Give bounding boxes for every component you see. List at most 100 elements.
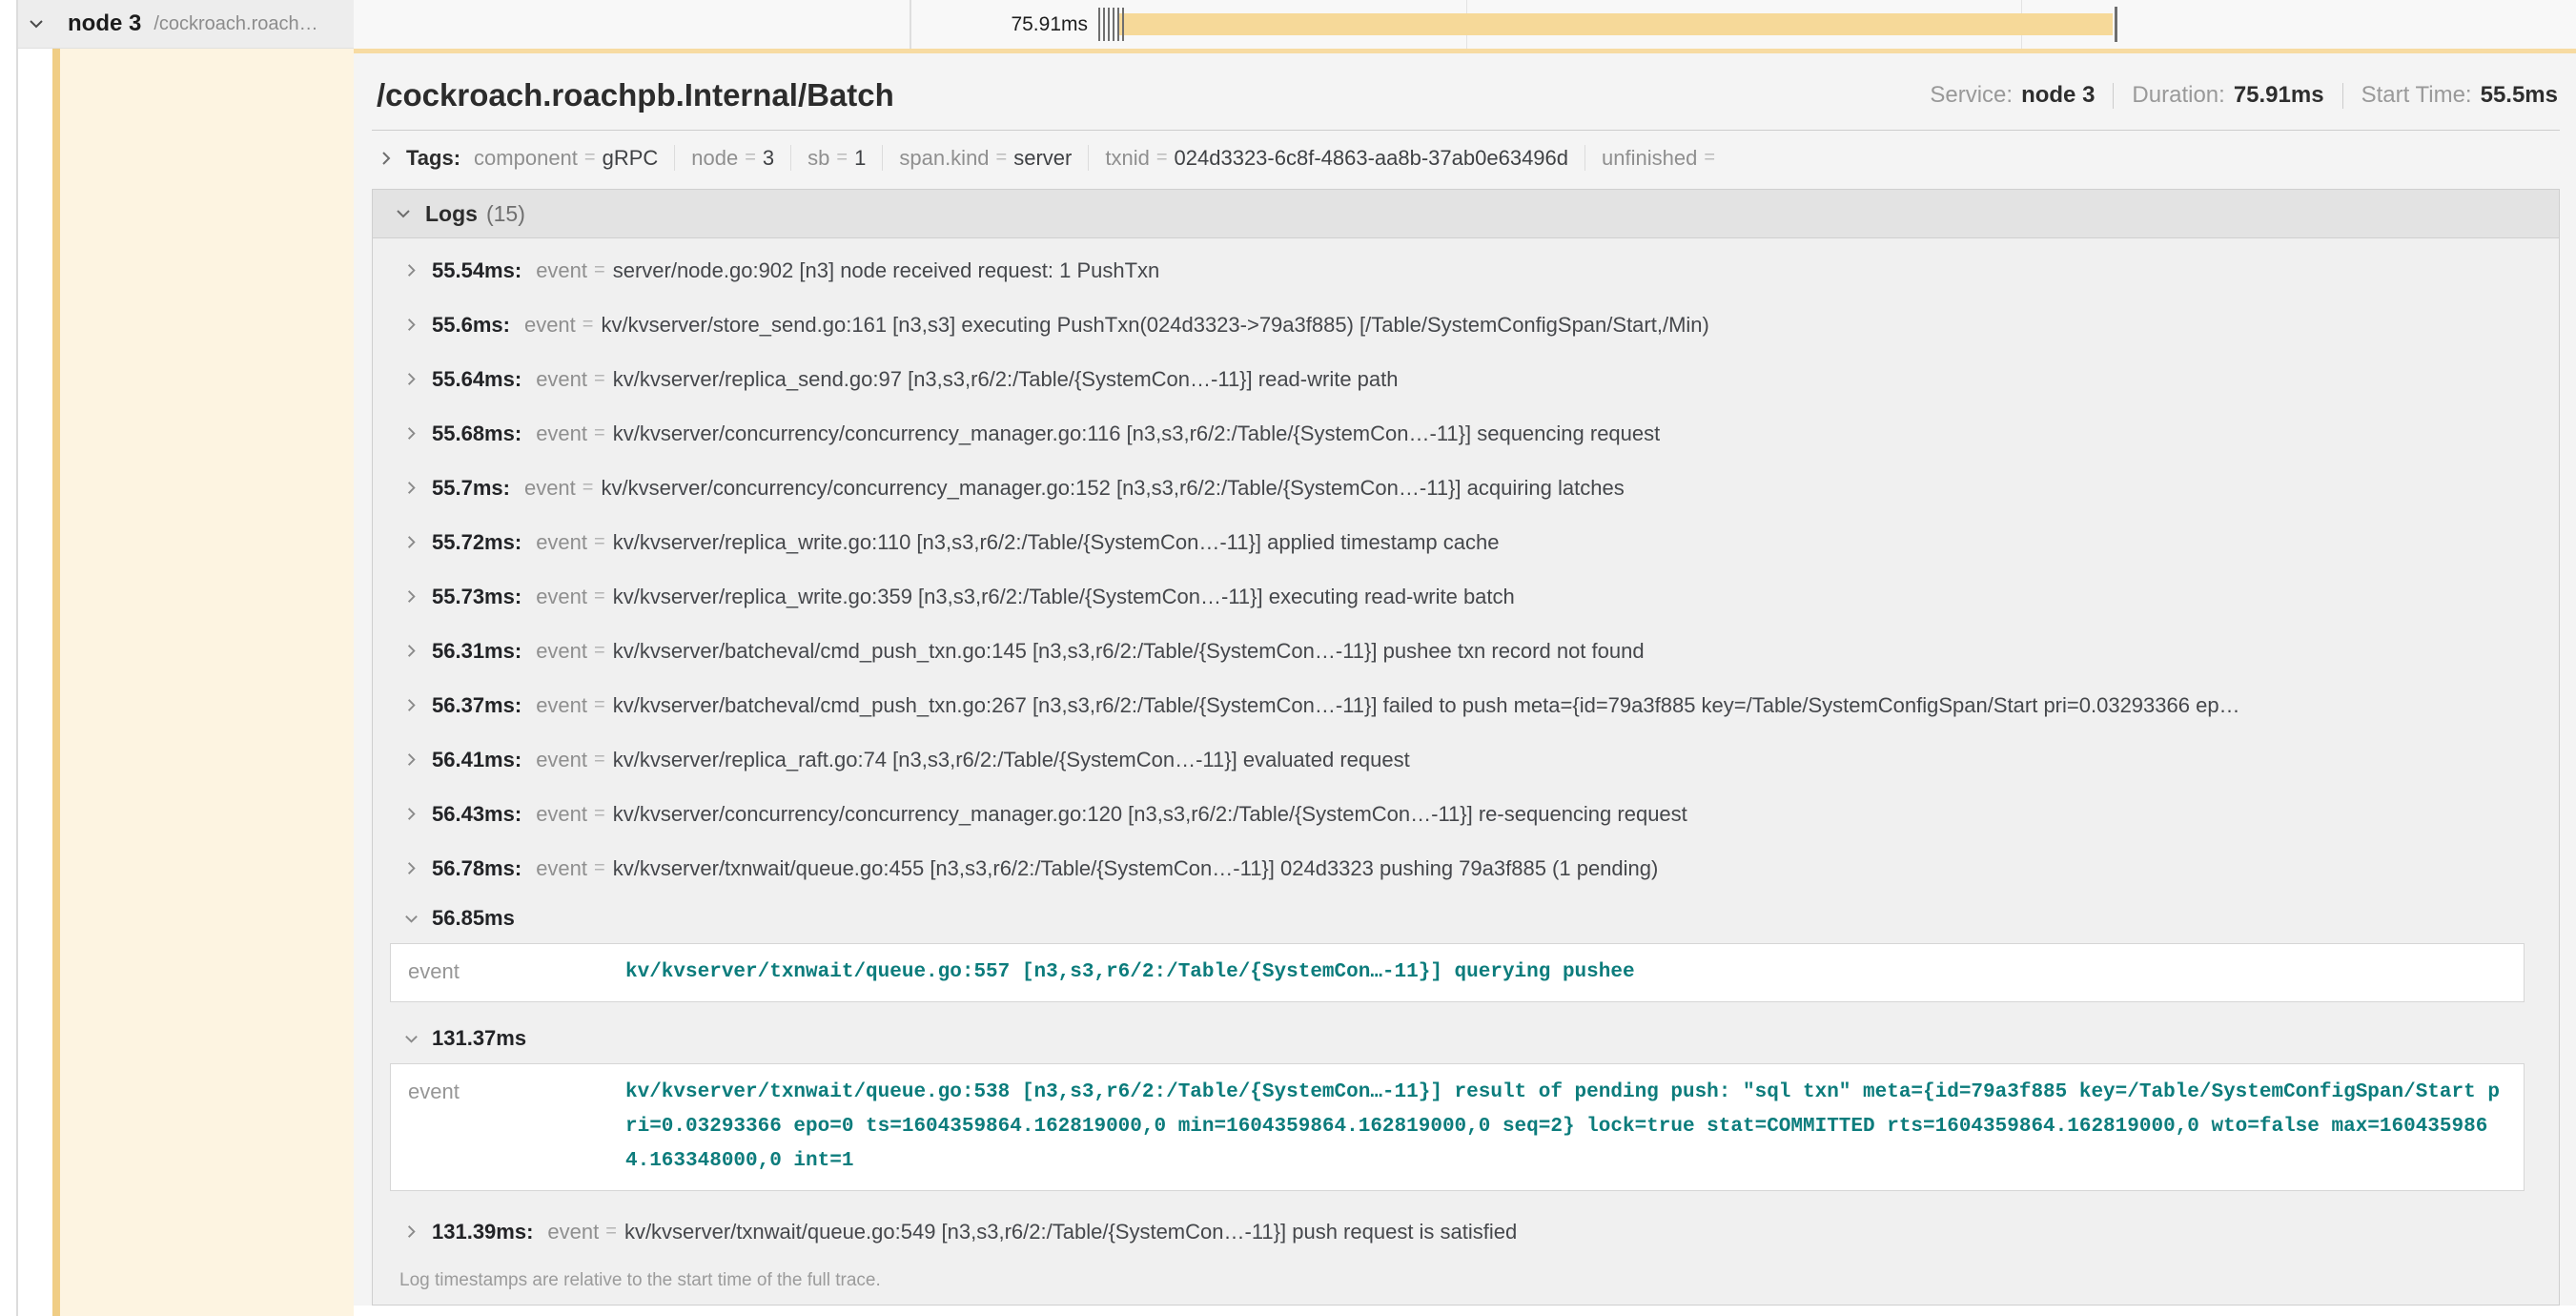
chevron-right-icon (403, 1223, 419, 1240)
chevron-right-icon (403, 262, 419, 278)
service-label: Service: (1930, 82, 2013, 109)
log-message: kv/kvserver/concurrency/concurrency_mana… (613, 802, 1687, 827)
log-row[interactable]: 55.7ms: event = kv/kvserver/concurrency/… (386, 461, 2525, 515)
log-entry-expanded: 56.85ms event kv/kvserver/txnwait/queue.… (386, 895, 2525, 1002)
log-message: kv/kvserver/txnwait/queue.go:455 [n3,s3,… (613, 856, 1659, 881)
log-row[interactable]: 55.68ms: event = kv/kvserver/concurrency… (386, 406, 2525, 461)
log-row[interactable]: 55.54ms: event = server/node.go:902 [n3]… (386, 243, 2525, 298)
log-row[interactable]: 55.73ms: event = kv/kvserver/replica_wri… (386, 569, 2525, 624)
span-timeline-cell[interactable]: 75.91ms (911, 0, 2576, 49)
log-key: event (536, 422, 587, 446)
log-row[interactable]: 55.64ms: event = kv/kvserver/replica_sen… (386, 352, 2525, 406)
chevron-right-icon[interactable] (378, 150, 395, 167)
equals-sign: = (594, 749, 605, 771)
span-detail-panel: /cockroach.roachpb.Internal/Batch Servic… (354, 49, 2576, 1306)
log-timestamp: 55.7ms: (432, 476, 510, 501)
log-row[interactable]: 56.31ms: event = kv/kvserver/batcheval/c… (386, 624, 2525, 678)
span-row[interactable]: node 3 /cockroach.roach… 75.91ms (0, 0, 2576, 49)
divider (674, 145, 675, 171)
log-timestamp: 55.72ms: (432, 530, 521, 555)
span-operation-name: /cockroach.roach… (153, 13, 317, 35)
chevron-right-icon (403, 480, 419, 496)
chevron-right-icon (403, 588, 419, 605)
chevron-down-icon[interactable] (26, 13, 47, 34)
equals-sign: = (594, 259, 605, 281)
span-duration-bar[interactable] (1119, 13, 2113, 35)
span-detail-header: /cockroach.roachpb.Internal/Batch Servic… (372, 53, 2560, 131)
log-row[interactable]: 55.6ms: event = kv/kvserver/store_send.g… (386, 298, 2525, 352)
tags-accordian[interactable]: Tags: component = gRPC node = 3 sb = 1 s… (372, 131, 2560, 181)
span-overview: Service: node 3 Duration: 75.91ms Start … (1930, 82, 2558, 109)
log-row[interactable]: 131.39ms: event = kv/kvserver/txnwait/qu… (386, 1204, 2525, 1259)
start-time-value: 55.5ms (2481, 82, 2558, 109)
tags-label: Tags: (406, 146, 460, 171)
chevron-right-icon (403, 425, 419, 442)
log-tick-mark (1117, 8, 1119, 41)
chevron-right-icon (403, 371, 419, 387)
divider (2342, 83, 2343, 109)
log-message: kv/kvserver/replica_send.go:97 [n3,s3,r6… (613, 367, 1399, 392)
log-field-key: event (408, 1076, 625, 1104)
span-duration-label: 75.91ms (911, 0, 1088, 49)
log-key: event (547, 1220, 599, 1244)
log-timestamp: 55.6ms: (432, 313, 510, 338)
log-message: kv/kvserver/concurrency/concurrency_mana… (613, 422, 1661, 446)
tag-key: sb (808, 146, 829, 171)
logs-footer-note: Log timestamps are relative to the start… (386, 1259, 2525, 1303)
equals-sign: = (594, 694, 605, 716)
divider (790, 145, 791, 171)
service-value: node 3 (2021, 82, 2095, 109)
log-row[interactable]: 56.37ms: event = kv/kvserver/batcheval/c… (386, 678, 2525, 732)
log-message: kv/kvserver/replica_raft.go:74 [n3,s3,r6… (613, 748, 1410, 772)
divider (2113, 83, 2114, 109)
chevron-down-icon (403, 1031, 419, 1047)
log-key: event (536, 856, 587, 881)
log-message: kv/kvserver/replica_write.go:359 [n3,s3,… (613, 585, 1515, 609)
log-row[interactable]: 56.41ms: event = kv/kvserver/replica_raf… (386, 732, 2525, 787)
chevron-right-icon (403, 806, 419, 822)
span-name-cell[interactable]: node 3 /cockroach.roach… (18, 0, 354, 49)
tag-value: 3 (763, 146, 774, 171)
log-timestamp: 56.85ms (432, 906, 515, 931)
chevron-right-icon (403, 860, 419, 876)
log-key: event (536, 585, 587, 609)
chevron-right-icon (403, 534, 419, 550)
log-key: event (536, 530, 587, 555)
span-detail-title: /cockroach.roachpb.Internal/Batch (377, 77, 894, 113)
equals-sign: = (745, 147, 756, 169)
tag-item: txnid = 024d3323-6c8f-4863-aa8b-37ab0e63… (1105, 146, 1568, 171)
log-row-expanded-header[interactable]: 56.85ms (386, 895, 2525, 941)
chevron-down-icon[interactable] (394, 204, 413, 223)
equals-sign: = (996, 147, 1008, 169)
log-timestamp: 56.37ms: (432, 693, 521, 718)
tag-item: span.kind = server (899, 146, 1072, 171)
log-row[interactable]: 56.78ms: event = kv/kvserver/txnwait/que… (386, 841, 2525, 895)
span-name-column-spacer[interactable] (354, 0, 911, 49)
equals-sign: = (594, 803, 605, 825)
tag-item: sb = 1 (808, 146, 866, 171)
tag-value: 024d3323-6c8f-4863-aa8b-37ab0e63496d (1175, 146, 1568, 171)
span-color-accent-strip (52, 0, 60, 1316)
log-row[interactable]: 55.72ms: event = kv/kvserver/replica_wri… (386, 515, 2525, 569)
log-row-expanded-header[interactable]: 131.37ms (386, 1016, 2525, 1061)
selected-span-row-highlight (60, 49, 354, 1316)
tag-item: component = gRPC (474, 146, 658, 171)
equals-sign: = (594, 586, 605, 607)
logs-header[interactable]: Logs (15) (373, 190, 2559, 238)
log-message: kv/kvserver/batcheval/cmd_push_txn.go:26… (613, 693, 2240, 718)
equals-sign: = (594, 640, 605, 662)
log-message: kv/kvserver/txnwait/queue.go:549 [n3,s3,… (624, 1220, 1517, 1244)
divider (1088, 145, 1089, 171)
log-tick-mark (1098, 8, 1100, 41)
log-timestamp: 55.68ms: (432, 422, 521, 446)
log-key: event (536, 802, 587, 827)
tag-key: unfinished (1602, 146, 1697, 171)
log-timestamp: 56.43ms: (432, 802, 521, 827)
log-tick-mark (1122, 8, 1124, 41)
log-entry-expanded: 131.37ms event kv/kvserver/txnwait/queue… (386, 1016, 2525, 1191)
log-row[interactable]: 56.43ms: event = kv/kvserver/concurrency… (386, 787, 2525, 841)
log-timestamp: 56.31ms: (432, 639, 521, 664)
log-tick-mark (1113, 8, 1114, 41)
tag-item: unfinished = (1602, 146, 1722, 171)
log-tick-mark (1103, 8, 1105, 41)
